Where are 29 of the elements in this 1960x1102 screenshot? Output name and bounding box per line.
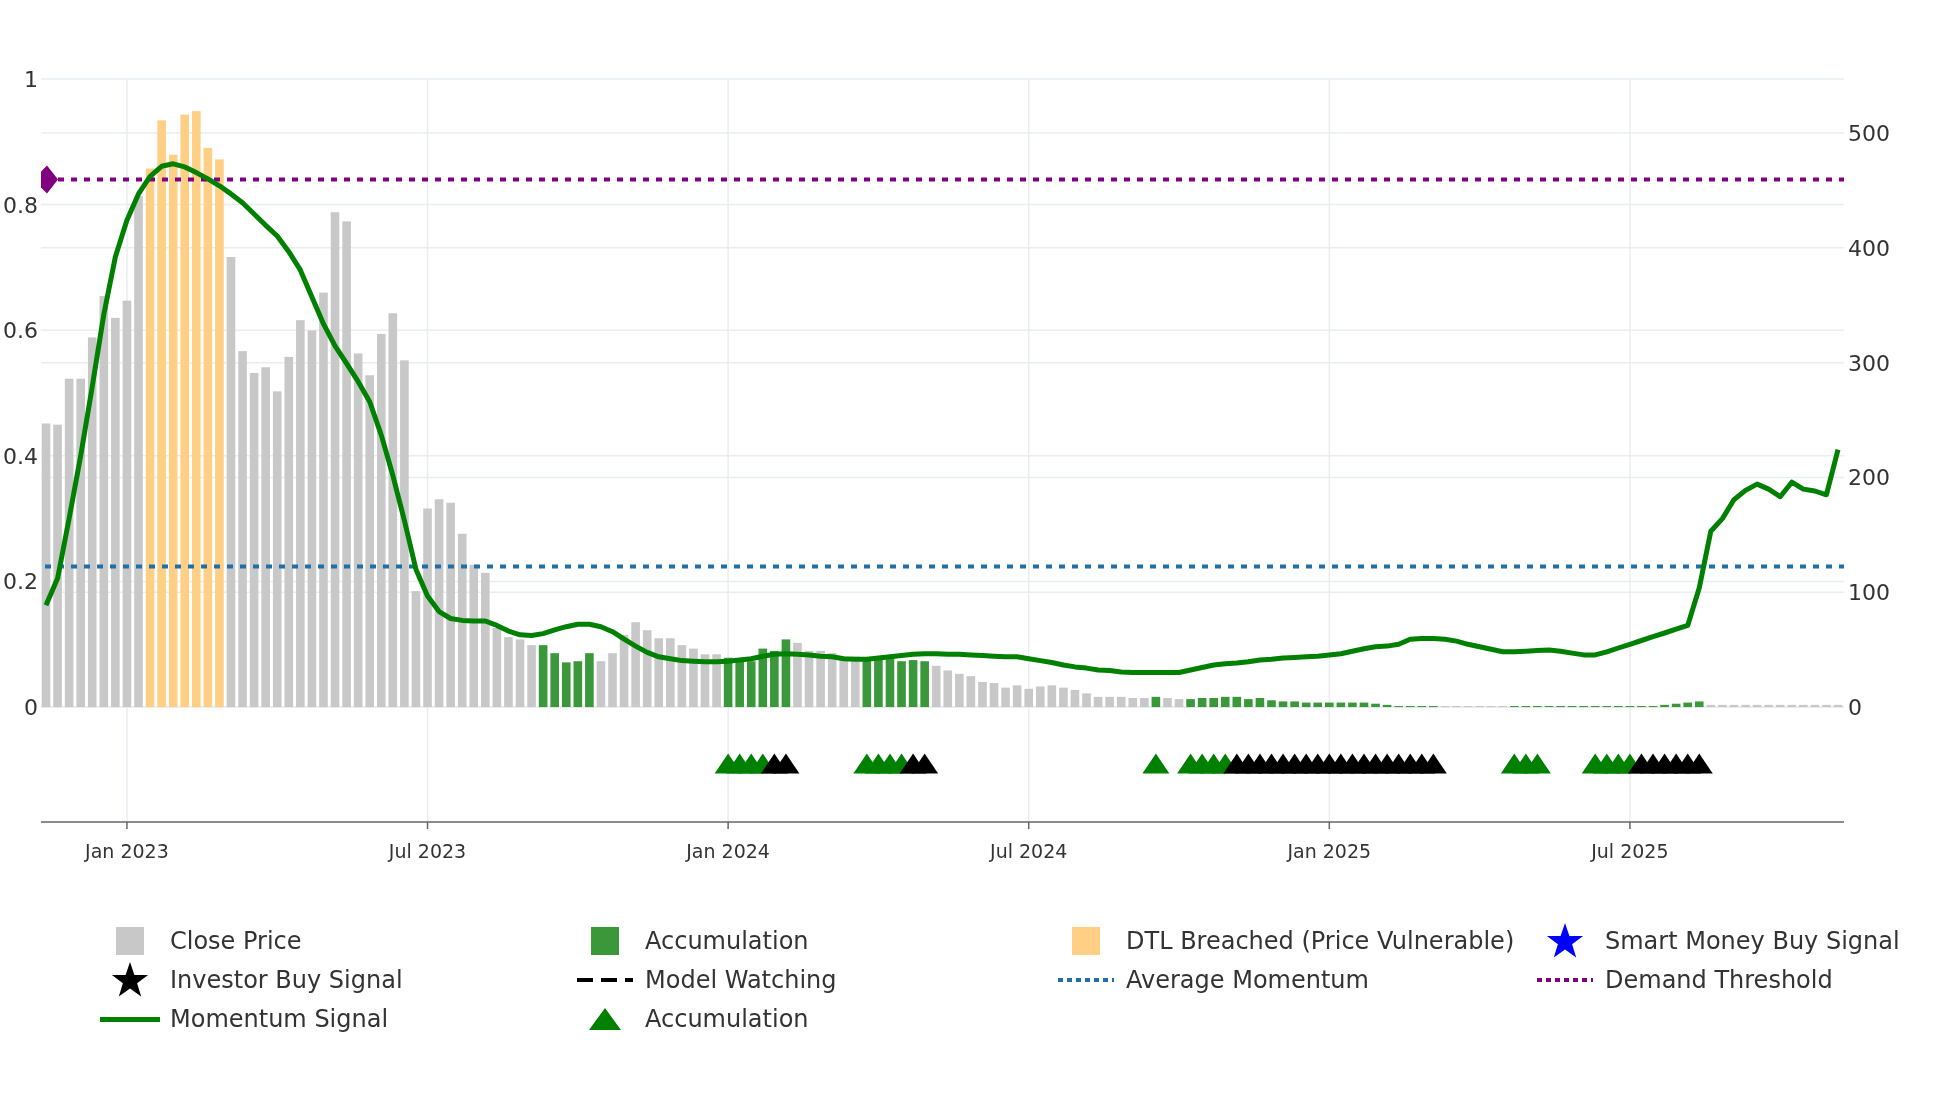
- axis-tick-label: 400: [1848, 235, 1890, 261]
- axis-tick-label: 200: [1848, 465, 1890, 491]
- axis-tick-label: 0.6: [3, 318, 38, 344]
- legend-label: Demand Threshold: [1605, 966, 1833, 994]
- axis-tick-label: 0.4: [3, 443, 38, 469]
- legend-label: Accumulation: [645, 927, 809, 955]
- axis-tick-label: Jan 2025: [1287, 840, 1372, 862]
- axis-tick-label: Jul 2023: [388, 840, 467, 862]
- legend-label: Accumulation: [645, 1005, 809, 1033]
- legend-label: Investor Buy Signal: [170, 966, 403, 994]
- legend-label: Average Momentum: [1126, 966, 1369, 994]
- axis-tick-label: Jul 2024: [990, 840, 1068, 862]
- axis-tick-label: 0.2: [3, 569, 38, 595]
- axis-tick-label: 500: [1848, 120, 1890, 146]
- legend-label: DTL Breached (Price Vulnerable): [1126, 927, 1515, 955]
- axis-tick-label: 1: [24, 67, 38, 92]
- axis-tick-label: Jan 2023: [85, 840, 169, 862]
- axis-tick-label: 300: [1848, 350, 1890, 376]
- legend-label: Model Watching: [645, 966, 837, 994]
- axis-tick-label: 100: [1848, 580, 1890, 606]
- diamond-marker: [41, 165, 58, 194]
- axis-tick-label: 0.8: [3, 192, 38, 218]
- legend-label: Close Price: [170, 927, 302, 955]
- axis-tick-label: 0: [1848, 695, 1862, 721]
- axis-tick-label: Jan 2024: [686, 840, 770, 862]
- legend-label: Smart Money Buy Signal: [1605, 927, 1900, 955]
- legend-label: Momentum Signal: [170, 1005, 389, 1033]
- axis-tick-label: Jul 2025: [1591, 840, 1669, 862]
- axis-tick-label: 0: [24, 695, 38, 721]
